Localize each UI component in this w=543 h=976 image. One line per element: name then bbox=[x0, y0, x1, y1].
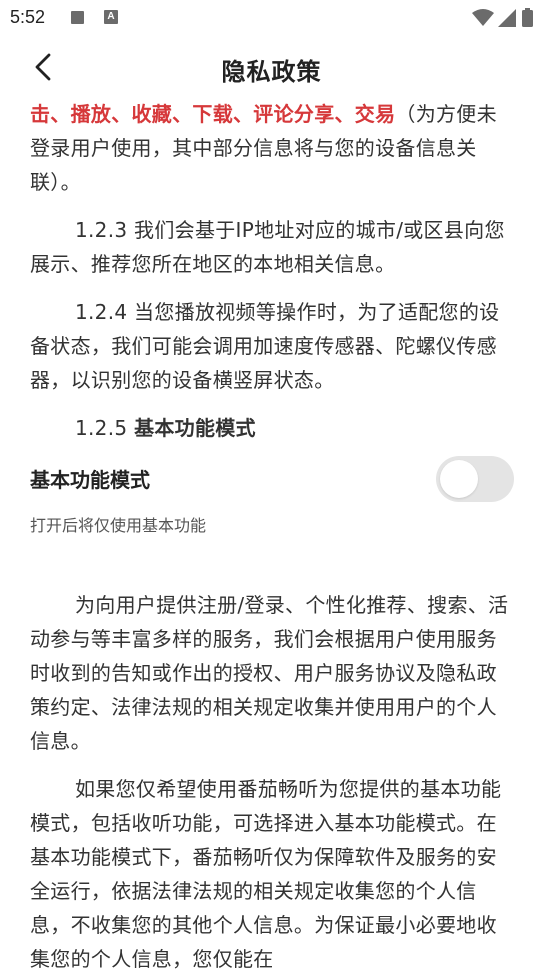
section-title: 基本功能模式 bbox=[134, 416, 256, 440]
signal-icon bbox=[498, 8, 516, 27]
a-badge-icon: A bbox=[104, 10, 118, 24]
notification-square-icon bbox=[71, 11, 84, 24]
paragraph-basic-mode-info: 如果您仅希望使用番茄畅听为您提供的基本功能模式，包括收听功能，可选择进入基本功能… bbox=[30, 777, 502, 971]
highlighted-actions: 击、播放、收藏、下载、评论分享、交易 bbox=[30, 102, 396, 126]
policy-content: 击、播放、收藏、下载、评论分享、交易（为方便未登录用户使用，其中部分信息将与您的… bbox=[30, 97, 514, 445]
section-heading-basic-mode: 1.2.5 基本功能模式 bbox=[30, 411, 514, 445]
status-bar: 5:52 A bbox=[0, 0, 543, 36]
paragraph-services: 为向用户提供注册/登录、个性化推荐、搜索、活动参与等丰富多样的服务，我们会根据用… bbox=[30, 593, 509, 753]
basic-mode-description: 打开后将仅使用基本功能 bbox=[30, 516, 207, 535]
basic-mode-label: 基本功能模式 bbox=[30, 468, 150, 492]
policy-content-continued: 为向用户提供注册/登录、个性化推荐、搜索、活动参与等丰富多样的服务，我们会根据用… bbox=[30, 588, 514, 976]
status-right-icons bbox=[472, 8, 533, 27]
paragraph-ip-location: 1.2.3 我们会基于IP地址对应的城市/或区县向您展示、推荐您所在地区的本地相… bbox=[30, 218, 505, 276]
toggle-knob bbox=[440, 460, 478, 498]
status-time: 5:52 bbox=[10, 7, 46, 27]
basic-mode-row: 基本功能模式 bbox=[30, 456, 514, 504]
header: 隐私政策 bbox=[0, 36, 543, 102]
basic-mode-toggle[interactable] bbox=[436, 456, 514, 502]
section-number: 1.2.5 bbox=[75, 416, 128, 440]
page-title: 隐私政策 bbox=[221, 58, 322, 86]
paragraph-data-usage: 击、播放、收藏、下载、评论分享、交易（为方便未登录用户使用，其中部分信息将与您的… bbox=[30, 97, 514, 199]
battery-icon bbox=[522, 8, 533, 27]
wifi-icon bbox=[472, 8, 494, 27]
paragraph-sensors: 1.2.4 当您播放视频等操作时，为了适配您的设备状态，我们可能会调用加速度传感… bbox=[30, 300, 500, 392]
